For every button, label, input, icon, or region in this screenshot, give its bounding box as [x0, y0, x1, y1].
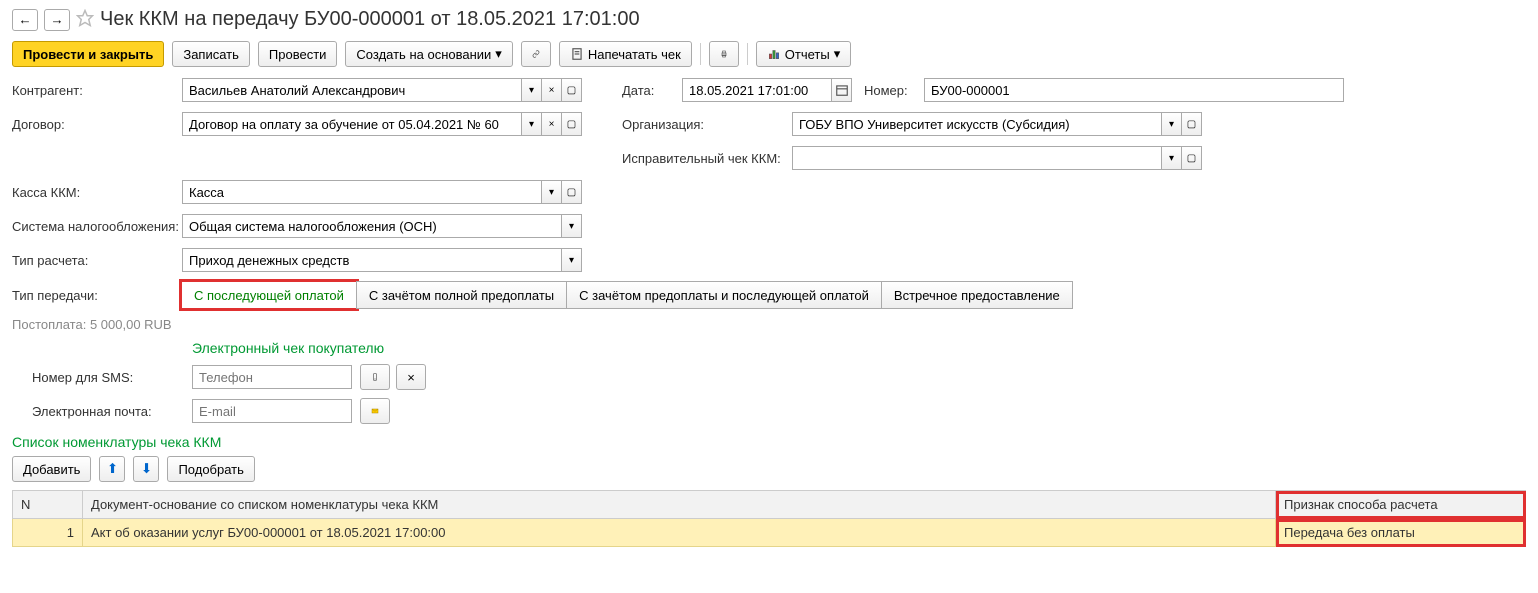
list-toolbar: Добавить ⬆ ⬇ Подобрать — [12, 456, 1526, 482]
email-label: Электронная почта: — [32, 404, 192, 419]
post-button[interactable]: Провести — [258, 41, 338, 67]
echeck-title: Электронный чек покупателю — [192, 340, 1526, 356]
cell-doc: Акт об оказании услуг БУ00-000001 от 18.… — [83, 519, 1276, 547]
post-and-close-button[interactable]: Провести и закрыть — [12, 41, 164, 67]
open-button[interactable]: ▢ — [562, 180, 582, 204]
open-button[interactable]: ▢ — [1182, 112, 1202, 136]
cell-sign: Передача без оплаты — [1276, 519, 1526, 547]
move-down-button[interactable]: ⬇ — [133, 456, 159, 482]
col-n: N — [13, 491, 83, 519]
divider — [747, 43, 748, 65]
printer-icon — [720, 47, 728, 61]
header-row: ← → Чек ККМ на передачу БУ00-000001 от 1… — [12, 8, 1526, 31]
number-label: Номер: — [864, 83, 924, 98]
corr-input[interactable] — [792, 146, 1162, 170]
envelope-icon — [371, 404, 379, 418]
transfer-option-1[interactable]: С зачётом полной предоплаты — [356, 281, 567, 309]
date-label: Дата: — [622, 83, 682, 98]
email-input[interactable] — [192, 399, 352, 423]
transfer-type-toggle: С последующей оплатой С зачётом полной п… — [182, 281, 1073, 309]
email-button[interactable] — [360, 398, 390, 424]
print-button[interactable] — [709, 41, 739, 67]
org-input[interactable] — [792, 112, 1162, 136]
page-title: Чек ККМ на передачу БУ00-000001 от 18.05… — [100, 8, 640, 31]
org-label: Организация: — [622, 117, 792, 132]
nomenclature-table: N Документ-основание со списком номенкла… — [12, 490, 1526, 547]
number-input[interactable] — [924, 78, 1344, 102]
open-button[interactable]: ▢ — [1182, 146, 1202, 170]
chevron-down-icon: ▾ — [834, 46, 841, 62]
date-input[interactable] — [682, 78, 832, 102]
move-up-button[interactable]: ⬆ — [99, 456, 125, 482]
col-sign: Признак способа расчета — [1276, 491, 1526, 519]
sms-phone-button[interactable] — [360, 364, 390, 390]
cell-n: 1 — [13, 519, 83, 547]
clear-button[interactable]: × — [542, 78, 562, 102]
open-button[interactable]: ▢ — [562, 78, 582, 102]
phone-icon — [371, 370, 379, 384]
dropdown-button[interactable]: ▾ — [562, 248, 582, 272]
dropdown-button[interactable]: ▾ — [522, 78, 542, 102]
kkm-input[interactable] — [182, 180, 542, 204]
list-title: Список номенклатуры чека ККМ — [12, 434, 1526, 450]
sms-label: Номер для SMS: — [32, 370, 192, 385]
arrow-left-icon: ← — [18, 12, 31, 27]
create-based-on-button[interactable]: Создать на основании ▾ — [345, 41, 512, 67]
dropdown-button[interactable]: ▾ — [562, 214, 582, 238]
divider — [700, 43, 701, 65]
calc-type-input[interactable] — [182, 248, 562, 272]
arrow-down-icon: ⬇ — [141, 461, 152, 477]
transfer-option-2[interactable]: С зачётом предоплаты и последующей оплат… — [566, 281, 882, 309]
clear-button[interactable]: × — [542, 112, 562, 136]
add-button[interactable]: Добавить — [12, 456, 91, 482]
sms-input[interactable] — [192, 365, 352, 389]
tax-label: Система налогообложения: — [12, 219, 182, 234]
star-icon[interactable] — [76, 9, 94, 30]
print-check-button[interactable]: Напечатать чек — [559, 41, 692, 67]
contract-label: Договор: — [12, 117, 182, 132]
corr-label: Исправительный чек ККМ: — [622, 151, 792, 166]
nav-back-button[interactable]: ← — [12, 9, 38, 31]
dropdown-button[interactable]: ▾ — [1162, 112, 1182, 136]
open-button[interactable]: ▢ — [562, 112, 582, 136]
arrow-up-icon: ⬆ — [107, 461, 118, 477]
receipt-icon — [570, 47, 584, 61]
link-icon — [532, 47, 540, 61]
tax-input[interactable] — [182, 214, 562, 238]
calendar-button[interactable] — [832, 78, 852, 102]
dropdown-button[interactable]: ▾ — [542, 180, 562, 204]
table-row[interactable]: 1 Акт об оказании услуг БУ00-000001 от 1… — [13, 519, 1526, 547]
transfer-option-0[interactable]: С последующей оплатой — [181, 281, 357, 309]
nav-forward-button[interactable]: → — [44, 9, 70, 31]
col-doc: Документ-основание со списком номенклату… — [83, 491, 1276, 519]
transfer-option-3[interactable]: Встречное предоставление — [881, 281, 1073, 309]
calendar-icon — [835, 83, 849, 97]
dropdown-button[interactable]: ▾ — [522, 112, 542, 136]
postpay-text: Постоплата: 5 000,00 RUB — [12, 317, 1526, 332]
counterparty-input[interactable] — [182, 78, 522, 102]
chevron-down-icon: ▾ — [495, 46, 502, 62]
arrow-right-icon: → — [50, 12, 63, 27]
pick-button[interactable]: Подобрать — [167, 456, 254, 482]
calc-type-label: Тип расчета: — [12, 253, 182, 268]
link-button[interactable] — [521, 41, 551, 67]
save-button[interactable]: Записать — [172, 41, 250, 67]
reports-button[interactable]: Отчеты ▾ — [756, 41, 851, 67]
contract-input[interactable] — [182, 112, 522, 136]
dropdown-button[interactable]: ▾ — [1162, 146, 1182, 170]
toolbar: Провести и закрыть Записать Провести Соз… — [12, 41, 1526, 67]
counterparty-label: Контрагент: — [12, 83, 182, 98]
sms-clear-button[interactable]: × — [396, 364, 426, 390]
chart-icon — [767, 47, 781, 61]
transfer-type-label: Тип передачи: — [12, 288, 182, 303]
kkm-label: Касса ККМ: — [12, 185, 182, 200]
